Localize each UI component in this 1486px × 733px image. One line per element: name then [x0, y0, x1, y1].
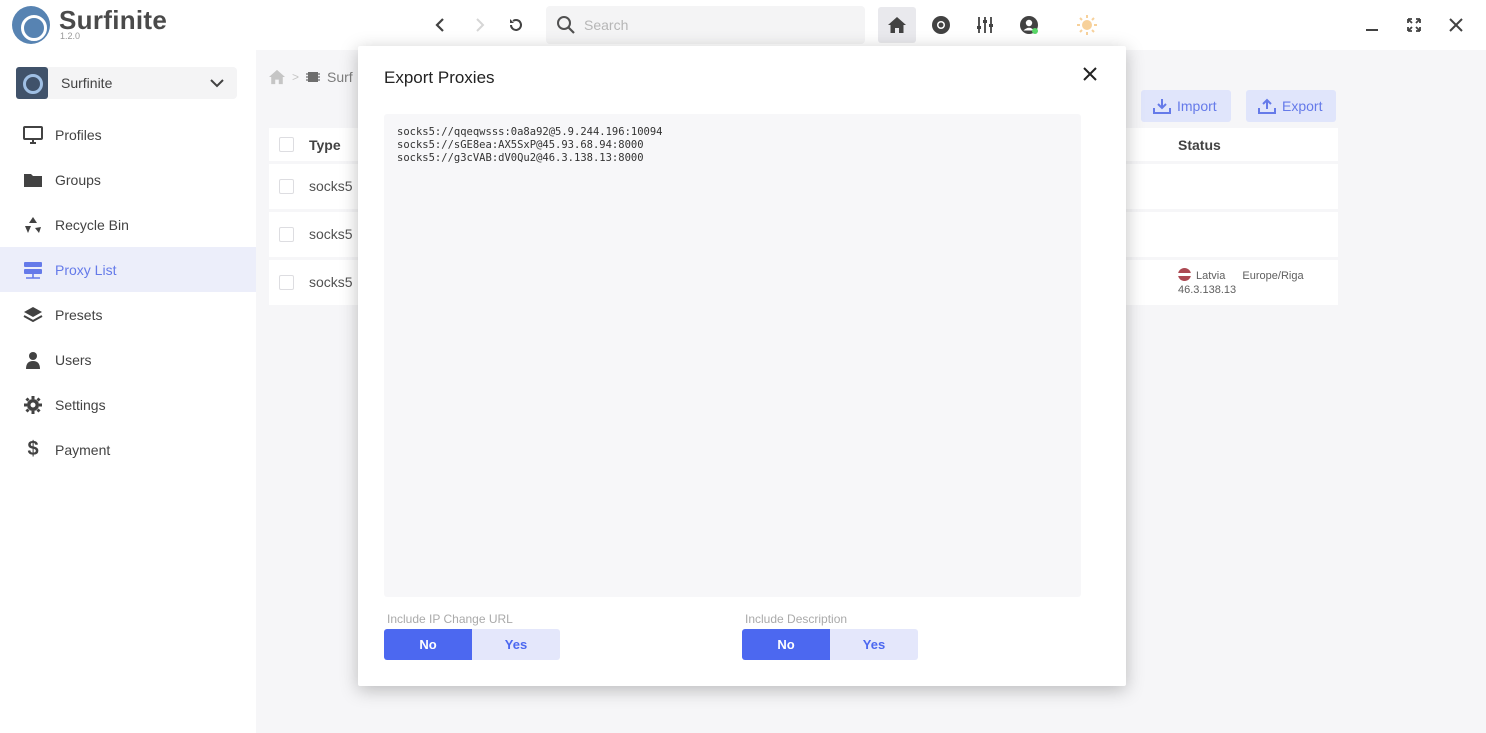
- description-toggle: No Yes: [742, 629, 918, 660]
- ip-change-label: Include IP Change URL: [387, 612, 513, 626]
- modal-close-button[interactable]: [1078, 62, 1102, 86]
- ip-change-no-button[interactable]: No: [384, 629, 472, 660]
- export-proxies-modal: Export Proxies Include IP Change URL No …: [358, 46, 1126, 686]
- proxies-export-textarea[interactable]: [384, 114, 1081, 597]
- close-icon: [1083, 67, 1097, 81]
- modal-title: Export Proxies: [384, 68, 495, 87]
- description-label: Include Description: [745, 612, 848, 626]
- description-no-button[interactable]: No: [742, 629, 830, 660]
- ip-change-toggle: No Yes: [384, 629, 560, 660]
- description-yes-button[interactable]: Yes: [830, 629, 918, 660]
- ip-change-yes-button[interactable]: Yes: [472, 629, 560, 660]
